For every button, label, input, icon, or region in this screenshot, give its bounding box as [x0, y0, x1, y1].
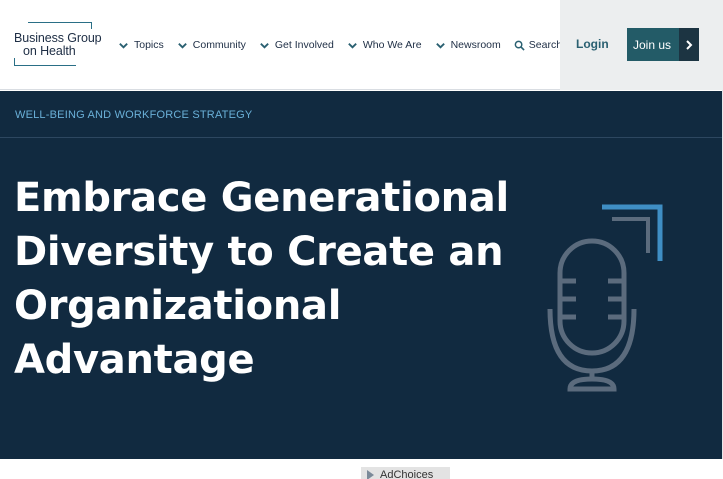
nav-label: Get Involved: [274, 39, 334, 51]
hero-banner: WELL-BEING AND WORKFORCE STRATEGY Embrac…: [0, 91, 723, 459]
nav-item-who-we-are[interactable]: Who We Are: [347, 39, 422, 51]
chevron-right-icon: [679, 28, 699, 61]
category-link[interactable]: WELL-BEING AND WORKFORCE STRATEGY: [15, 109, 252, 121]
adchoices-badge[interactable]: AdChoices: [361, 467, 450, 479]
login-link[interactable]: Login: [576, 37, 609, 51]
site-header: Business Group on Health Topics Communit…: [0, 0, 723, 90]
adchoices-icon: [367, 470, 374, 479]
page-title: Embrace Generational Diversity to Create…: [14, 175, 509, 383]
main-nav: Topics Community Get Involved Who We Are…: [118, 36, 575, 54]
logo-line-1: Business Group: [14, 31, 102, 45]
nav-label: Topics: [134, 39, 164, 51]
nav-label: Newsroom: [450, 39, 501, 51]
logo-line-2: on Health: [23, 44, 76, 58]
hero-divider: [0, 137, 723, 138]
nav-label: Community: [192, 39, 246, 51]
chevron-down-icon: [435, 42, 445, 49]
chevron-down-icon: [177, 42, 187, 49]
search-label: Search: [528, 39, 563, 51]
join-us-button[interactable]: Join us: [627, 28, 699, 61]
chevron-down-icon: [348, 42, 357, 49]
logo-bracket-top: [28, 22, 92, 29]
join-us-label: Join us: [633, 37, 672, 52]
chevron-down-icon: [119, 42, 128, 49]
site-logo[interactable]: Business Group on Health: [14, 22, 106, 66]
logo-bracket-bottom: [14, 58, 76, 66]
adchoices-label: AdChoices: [380, 469, 434, 479]
nav-label: Who We Are: [362, 39, 422, 51]
search-icon: [514, 40, 525, 51]
nav-item-community[interactable]: Community: [177, 39, 246, 51]
chevron-down-icon: [260, 42, 269, 49]
nav-item-newsroom[interactable]: Newsroom: [435, 39, 501, 51]
nav-item-topics[interactable]: Topics: [118, 39, 164, 51]
microphone-icon: [547, 204, 663, 392]
search-button[interactable]: Search: [514, 39, 562, 51]
nav-item-get-involved[interactable]: Get Involved: [259, 39, 334, 51]
